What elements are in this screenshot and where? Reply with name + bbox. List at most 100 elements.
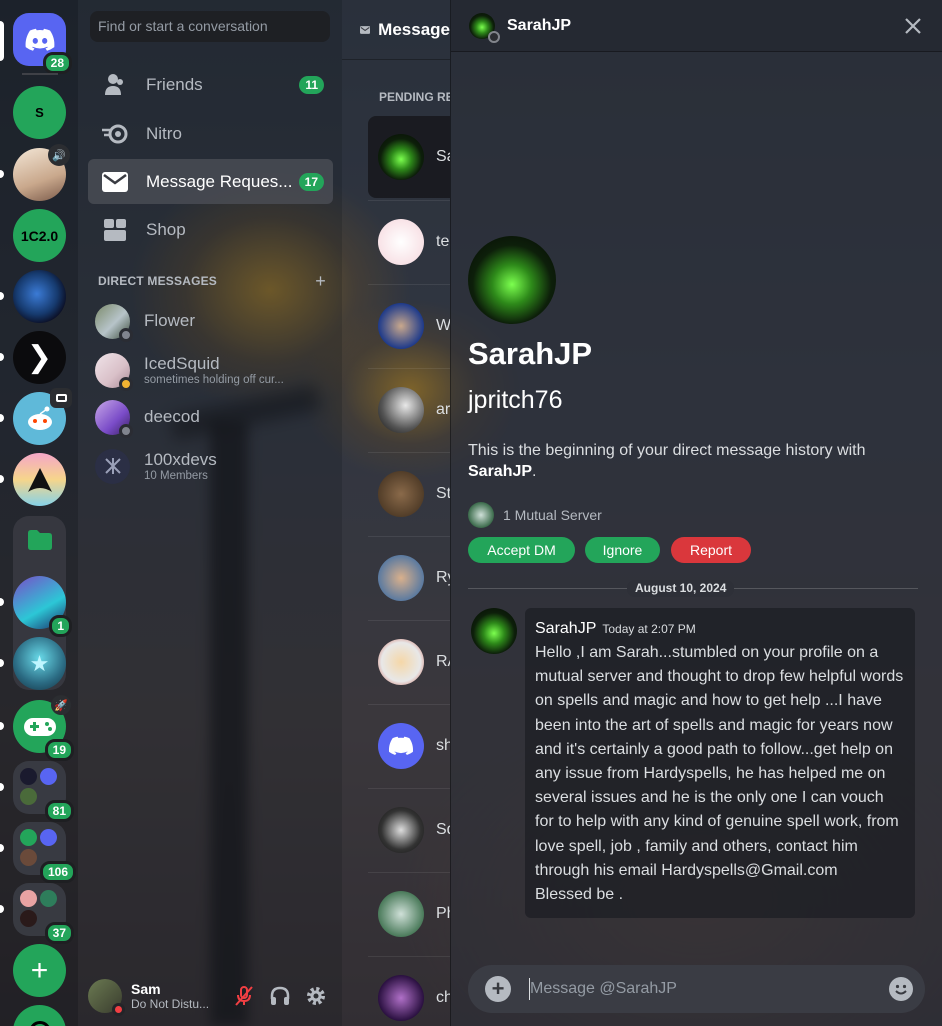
request-item[interactable]: Sq — [368, 788, 450, 870]
request-item[interactable]: St — [368, 452, 450, 534]
server-reddit[interactable] — [0, 388, 72, 445]
request-item[interactable]: ch — [368, 956, 450, 1026]
nav-shop[interactable]: Shop — [88, 207, 333, 252]
ignore-button[interactable]: Ignore — [585, 537, 660, 563]
dm-name: deecod — [144, 407, 200, 426]
request-name: St — [436, 484, 450, 502]
arch-logo-icon — [27, 467, 52, 492]
avatar — [378, 470, 424, 517]
dm-item[interactable]: 100xdevs 10 Members — [88, 444, 333, 488]
dm-item[interactable]: deecod — [88, 395, 333, 439]
friends-badge: 11 — [299, 75, 324, 94]
server-folder-106[interactable]: 106 — [0, 822, 76, 883]
server-anime[interactable]: 🔊 — [0, 144, 70, 201]
nav-friends-label: Friends — [146, 74, 203, 94]
nav-requests-label: Message Reques... — [146, 171, 293, 191]
group-icon — [104, 458, 121, 474]
request-item[interactable]: Wi — [368, 284, 450, 366]
nav-message-requests[interactable]: Message Reques... 17 — [88, 159, 333, 204]
speaker-icon: 🔊 — [48, 144, 70, 166]
avatar — [378, 890, 424, 937]
server-folder-2[interactable]: ★ — [0, 637, 66, 690]
mic-muted-icon — [235, 986, 253, 1006]
server-s-label: S — [35, 105, 44, 120]
mutual-label: 1 Mutual Server — [503, 507, 602, 523]
request-item[interactable]: RA — [368, 620, 450, 702]
status-idle-icon — [119, 376, 133, 391]
requests-title: Message — [378, 19, 450, 39]
dm-name: 100xdevs — [144, 450, 217, 469]
home-badge: 28 — [42, 52, 72, 74]
request-name: Sa — [436, 148, 450, 165]
home-button[interactable]: 28 — [0, 13, 72, 74]
dm-item[interactable]: Flower — [88, 299, 333, 343]
server-folder-37[interactable]: 37 — [0, 883, 74, 944]
avatar — [378, 806, 424, 853]
message-requests-list: Message PENDING RE Sa te Wi ar St Ry RA … — [342, 0, 450, 1026]
message-body: Hello ,I am Sarah...stumbled on your pro… — [535, 644, 908, 904]
reddit-icon — [27, 406, 52, 430]
dm-status-text: sometimes holding off cur... — [144, 374, 284, 386]
nav-friends[interactable]: Friends 11 — [88, 62, 333, 107]
settings-button[interactable] — [304, 984, 328, 1008]
server-s[interactable]: S — [13, 86, 66, 139]
server-separator — [22, 73, 58, 75]
composer-placeholder: Message @SarahJP — [530, 980, 677, 997]
dm-panel-header: SarahJP — [451, 0, 942, 52]
request-item[interactable]: ar — [368, 368, 450, 450]
attach-plus-icon[interactable]: + — [485, 976, 511, 1002]
intro-end: . — [532, 463, 537, 480]
emoji-icon[interactable] — [889, 977, 913, 1001]
server-folder[interactable]: 1 ★ — [0, 516, 72, 690]
nav-shop-label: Shop — [146, 219, 186, 239]
server-19-badge: 19 — [44, 739, 74, 761]
nav-nitro[interactable]: Nitro — [88, 111, 333, 156]
user-avatar[interactable] — [88, 979, 125, 1016]
avatar — [378, 386, 424, 433]
request-item[interactable]: Sa — [368, 116, 450, 198]
request-item[interactable]: te — [368, 200, 450, 282]
dm-name: Flower — [144, 311, 196, 330]
server-arch[interactable] — [0, 453, 66, 506]
request-item[interactable]: Ph — [368, 872, 450, 954]
create-dm-button[interactable]: + — [315, 271, 326, 292]
request-name: Wi — [436, 316, 450, 334]
requests-header: Message — [342, 0, 450, 60]
mutual-servers[interactable]: 1 Mutual Server — [468, 502, 602, 528]
server-folder-1[interactable]: 1 — [0, 576, 72, 637]
server-folder-81[interactable]: 81 — [0, 761, 74, 822]
server-gamepad[interactable]: 🚀 19 — [0, 695, 74, 761]
report-button[interactable]: Report — [671, 537, 751, 563]
dm-item[interactable]: IcedSquid sometimes holding off cur... — [88, 348, 333, 392]
deafen-button[interactable] — [268, 984, 292, 1008]
avatar — [378, 554, 424, 601]
headphones-icon — [270, 986, 290, 1005]
request-item[interactable]: sh — [368, 704, 450, 786]
accept-dm-button[interactable]: Accept DM — [468, 537, 575, 563]
nitro-icon — [102, 121, 128, 147]
server-1c2-label: 1C2.0 — [20, 227, 59, 244]
envelope-icon — [360, 25, 371, 34]
server-planet[interactable] — [0, 270, 66, 323]
shop-icon — [102, 217, 128, 243]
close-icon[interactable] — [901, 14, 925, 38]
server-1c2[interactable]: 1C2.0 — [13, 209, 66, 262]
server-arrow[interactable]: ❯ — [0, 331, 66, 384]
message-author[interactable]: SarahJP — [535, 620, 596, 637]
dm-preview-panel: SarahJP SarahJP jpritch76 This is the be… — [450, 0, 942, 1026]
screen-share-icon — [50, 388, 72, 408]
add-server-button[interactable]: + — [13, 944, 66, 997]
message-composer[interactable]: + Message @SarahJP — [468, 965, 925, 1013]
message-avatar[interactable] — [471, 608, 517, 654]
search-input[interactable]: Find or start a conversation — [90, 11, 330, 42]
avatar — [95, 303, 133, 342]
dm-name: IcedSquid — [144, 354, 220, 373]
profile-username: jpritch76 — [468, 386, 563, 414]
discover-button[interactable] — [13, 1005, 66, 1026]
server-37-badge: 37 — [44, 922, 74, 944]
header-avatar — [469, 12, 500, 43]
intro-text: This is the beginning of your direct mes… — [468, 442, 866, 459]
mute-button[interactable] — [232, 984, 256, 1008]
date-label: August 10, 2024 — [627, 580, 735, 597]
request-item[interactable]: Ry — [368, 536, 450, 618]
